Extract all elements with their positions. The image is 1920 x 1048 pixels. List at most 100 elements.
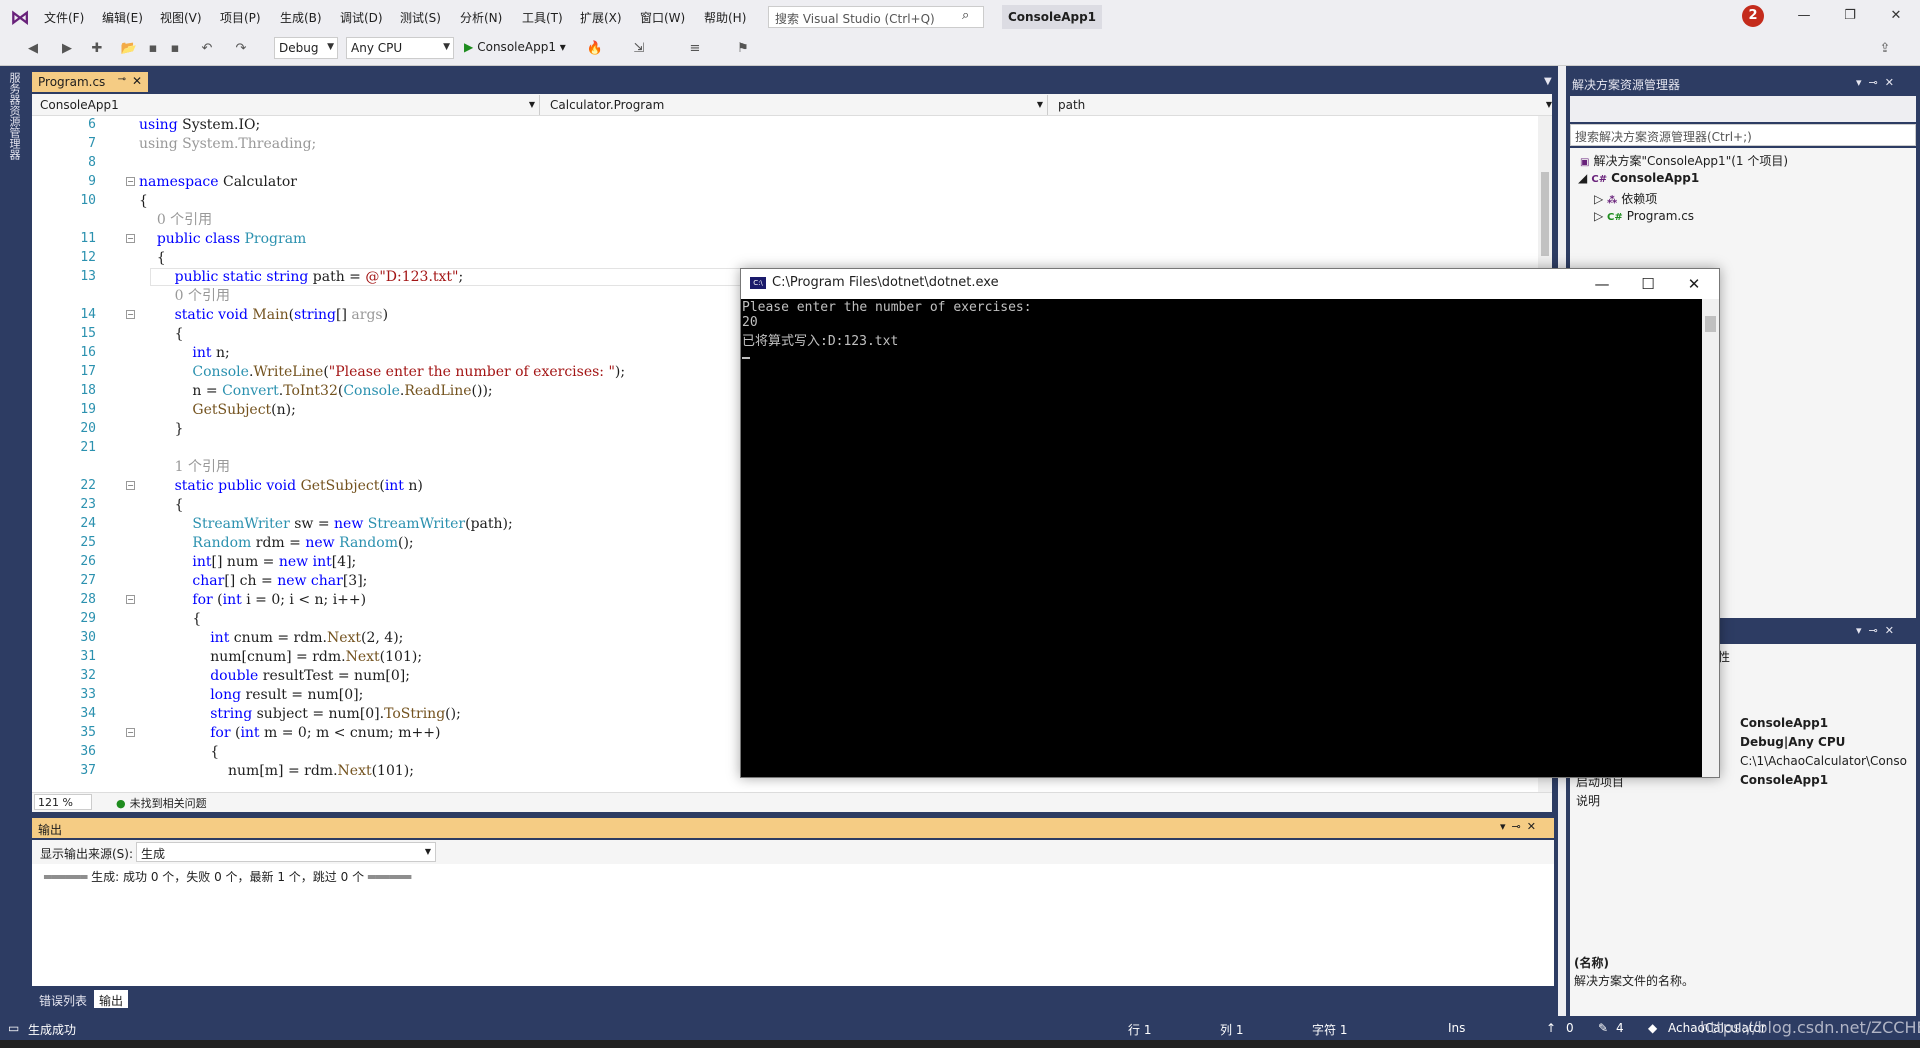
git-icon[interactable]: ◆ — [1648, 1021, 1657, 1035]
tab-output[interactable]: 输出 — [94, 990, 129, 1008]
code-line[interactable]: } — [139, 420, 184, 438]
code-line[interactable]: namespace Calculator — [139, 173, 297, 191]
tab-program-cs[interactable]: Program.cs ⊸ ✕ — [32, 72, 148, 92]
code-line[interactable]: char[] ch = new char[3]; — [139, 572, 367, 590]
config-select[interactable]: Debug ▼ — [274, 37, 338, 59]
menu-item[interactable]: 扩展(X) — [580, 9, 622, 26]
menu-item[interactable]: 工具(T) — [522, 9, 563, 26]
code-line[interactable]: using System.IO; — [139, 116, 260, 134]
close-tab-icon[interactable]: ✕ — [132, 74, 142, 88]
hot-reload-icon[interactable]: 🔥 — [586, 40, 604, 58]
menu-item[interactable]: 文件(F) — [44, 9, 84, 26]
column-indicator[interactable]: 列 1 — [1220, 1021, 1243, 1038]
code-line[interactable]: num[m] = rdm.Next(101); — [139, 762, 414, 780]
code-line[interactable]: static public void GetSubject(int n) — [139, 477, 423, 495]
minimize-button[interactable]: — — [1786, 6, 1822, 26]
tree-item-dependencies[interactable]: ▷ ⁂ 依赖项 — [1594, 190, 1657, 207]
pencil-icon[interactable]: ✎ — [1598, 1021, 1608, 1035]
new-project-icon[interactable]: ✚ — [88, 40, 106, 58]
code-line[interactable]: { — [139, 192, 148, 210]
step-icon[interactable]: ⇲ — [630, 40, 648, 58]
collapse-icon[interactable]: ▷ — [1594, 192, 1607, 206]
char-indicator[interactable]: 字符 1 — [1312, 1021, 1347, 1038]
console-close-button[interactable]: ✕ — [1672, 272, 1716, 296]
comment-icon[interactable]: ≡ — [686, 40, 704, 58]
fold-toggle-icon[interactable]: − — [126, 481, 135, 490]
menu-item[interactable]: 帮助(H) — [704, 9, 746, 26]
close-button[interactable]: ✕ — [1878, 6, 1914, 26]
menu-item[interactable]: 视图(V) — [160, 9, 202, 26]
code-line[interactable]: using System.Threading; — [139, 135, 316, 153]
redo-icon[interactable]: ↷ — [232, 40, 250, 58]
code-line[interactable]: { — [139, 743, 219, 761]
menu-item[interactable]: 分析(N) — [460, 9, 502, 26]
expand-icon[interactable]: ◢ — [1578, 171, 1591, 185]
tab-overflow-icon[interactable]: ▼ — [1544, 76, 1552, 87]
code-line[interactable]: for (int i = 0; i < n; i++) — [139, 591, 366, 609]
code-line[interactable]: StreamWriter sw = new StreamWriter(path)… — [139, 515, 512, 533]
code-line[interactable]: { — [139, 496, 184, 514]
code-line[interactable]: double resultTest = num[0]; — [139, 667, 410, 685]
tab-error-list[interactable]: 错误列表 — [34, 990, 92, 1008]
push-icon[interactable]: ↑ — [1546, 1021, 1556, 1035]
fold-toggle-icon[interactable]: − — [126, 728, 135, 737]
start-debugging-button[interactable]: ▶ ConsoleApp1 ▾ — [462, 37, 574, 59]
save-all-icon[interactable]: ▪ — [166, 40, 184, 58]
bookmark-icon[interactable]: ⚑ — [734, 40, 752, 58]
code-line[interactable]: for (int m = 0; m < cnum; m++) — [139, 724, 440, 742]
visual-studio-logo-icon[interactable]: ⋈ — [8, 6, 32, 28]
code-line[interactable]: { — [139, 249, 166, 267]
code-line[interactable]: public static string path = @"D:123.txt"… — [139, 268, 464, 286]
output-panel-controls[interactable]: ▾⊸✕ — [1500, 820, 1542, 833]
console-scroll-thumb[interactable] — [1705, 316, 1716, 332]
open-folder-icon[interactable]: 📂 — [120, 40, 138, 58]
code-line[interactable]: Console.WriteLine("Please enter the numb… — [139, 363, 625, 381]
back-icon[interactable]: ◀ — [24, 40, 42, 58]
console-scrollbar[interactable] — [1702, 299, 1719, 777]
solution-search-input[interactable]: 搜索解决方案资源管理器(Ctrl+;) — [1570, 124, 1916, 146]
properties-controls[interactable]: ▾⊸✕ — [1856, 624, 1901, 637]
code-line[interactable]: static void Main(string[] args) — [139, 306, 388, 324]
menu-item[interactable]: 调试(D) — [340, 9, 383, 26]
fold-toggle-icon[interactable]: − — [126, 177, 135, 186]
console-output[interactable] — [741, 299, 1702, 777]
collapse-icon[interactable]: ▷ — [1594, 209, 1607, 223]
code-line[interactable]: 1 个引用 — [139, 458, 230, 476]
save-icon[interactable]: ▪ — [144, 40, 162, 58]
search-icon[interactable]: ⌕ — [962, 8, 978, 24]
restore-button[interactable]: ❐ — [1832, 6, 1868, 26]
forward-icon[interactable]: ▶ — [58, 40, 76, 58]
property-row[interactable]: 说明 — [1576, 792, 1912, 810]
menu-item[interactable]: 项目(P) — [220, 9, 261, 26]
menu-item[interactable]: 编辑(E) — [102, 9, 143, 26]
issues-indicator[interactable]: ● 未找到相关问题 — [116, 795, 207, 811]
search-input[interactable]: 搜索 Visual Studio (Ctrl+Q) — [768, 6, 984, 28]
tree-item-program-cs[interactable]: ▷ C# Program.cs — [1594, 209, 1694, 223]
code-line[interactable]: num[cnum] = rdm.Next(101); — [139, 648, 422, 666]
console-maximize-button[interactable]: ☐ — [1626, 272, 1670, 296]
code-line[interactable]: long result = num[0]; — [139, 686, 363, 704]
notification-badge[interactable]: 2 — [1742, 5, 1764, 27]
code-line[interactable]: { — [139, 610, 201, 628]
fold-toggle-icon[interactable]: − — [126, 595, 135, 604]
solution-explorer-controls[interactable]: ▾⊸✕ — [1856, 76, 1901, 89]
tree-item-project[interactable]: ◢ C# ConsoleApp1 — [1578, 171, 1699, 185]
line-indicator[interactable]: 行 1 — [1128, 1021, 1151, 1038]
code-line[interactable]: string subject = num[0].ToString(); — [139, 705, 461, 723]
code-line[interactable]: 0 个引用 — [139, 287, 230, 305]
code-line[interactable]: { — [139, 325, 184, 343]
platform-select[interactable]: Any CPU ▼ — [346, 37, 454, 59]
live-share-icon[interactable]: ⇪ — [1876, 40, 1894, 58]
class-dropdown[interactable]: Calculator.Program ▼ — [544, 95, 1048, 115]
console-minimize-button[interactable]: — — [1580, 272, 1624, 296]
output-source-select[interactable]: 生成 ▼ — [136, 842, 436, 862]
undo-icon[interactable]: ↶ — [198, 40, 216, 58]
code-line[interactable]: int cnum = rdm.Next(2, 4); — [139, 629, 403, 647]
code-line[interactable]: Random rdm = new Random(); — [139, 534, 413, 552]
code-line[interactable]: 0 个引用 — [139, 211, 212, 229]
menu-item[interactable]: 窗口(W) — [640, 9, 685, 26]
insert-mode-indicator[interactable]: Ins — [1448, 1021, 1465, 1035]
menu-item[interactable]: 测试(S) — [400, 9, 441, 26]
code-line[interactable]: int n; — [139, 344, 229, 362]
menu-item[interactable]: 生成(B) — [280, 9, 322, 26]
